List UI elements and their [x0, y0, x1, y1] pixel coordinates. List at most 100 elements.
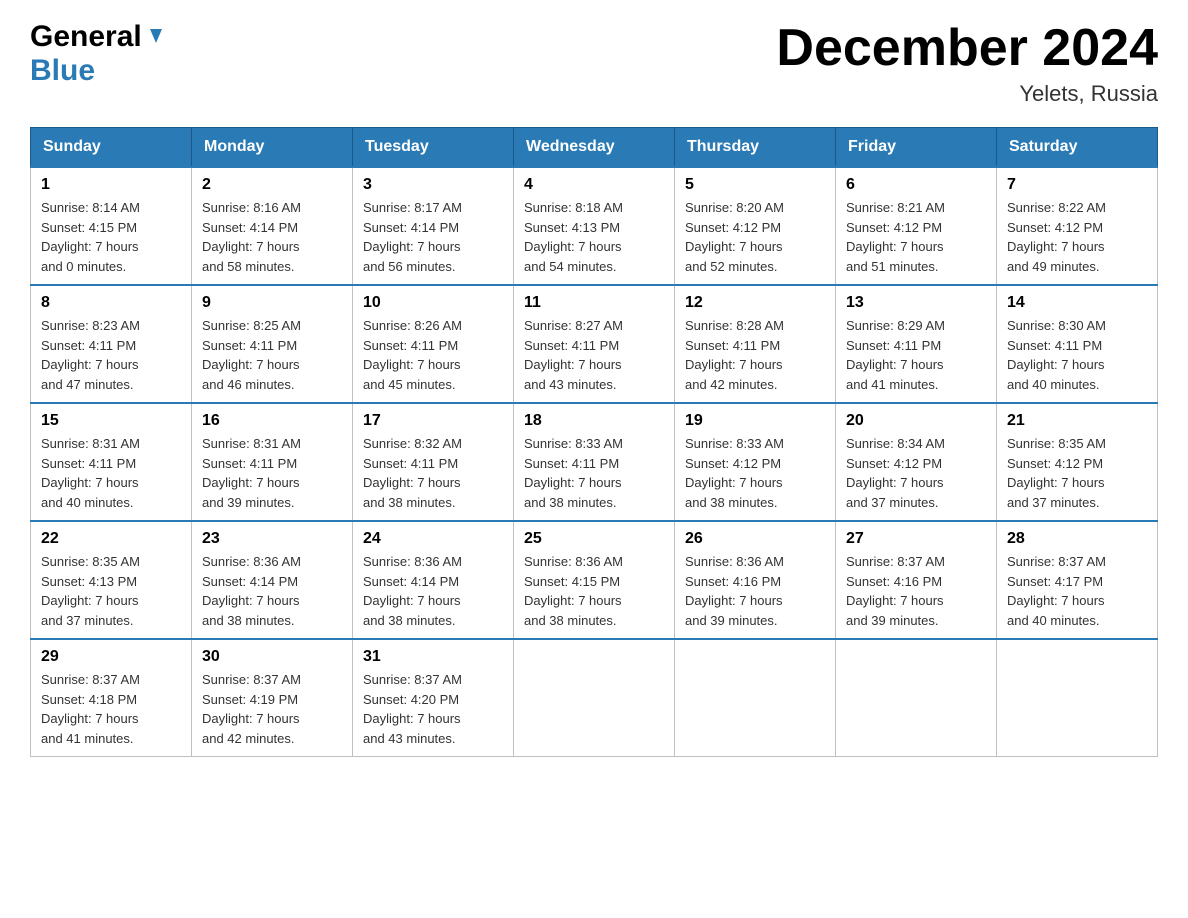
title-block: December 2024 Yelets, Russia [776, 20, 1158, 107]
calendar-cell: 6 Sunrise: 8:21 AMSunset: 4:12 PMDayligh… [836, 167, 997, 285]
calendar-week-row: 15 Sunrise: 8:31 AMSunset: 4:11 PMDaylig… [31, 403, 1158, 521]
day-info: Sunrise: 8:36 AMSunset: 4:16 PMDaylight:… [685, 554, 784, 628]
calendar-cell: 29 Sunrise: 8:37 AMSunset: 4:18 PMDaylig… [31, 639, 192, 757]
logo-blue-text: Blue [30, 54, 95, 87]
day-number: 26 [685, 530, 825, 548]
day-info: Sunrise: 8:33 AMSunset: 4:12 PMDaylight:… [685, 436, 784, 510]
day-info: Sunrise: 8:23 AMSunset: 4:11 PMDaylight:… [41, 318, 140, 392]
day-number: 11 [524, 294, 664, 312]
logo-arrow-icon [148, 25, 170, 52]
calendar-cell [675, 639, 836, 757]
day-info: Sunrise: 8:37 AMSunset: 4:18 PMDaylight:… [41, 672, 140, 746]
day-info: Sunrise: 8:35 AMSunset: 4:12 PMDaylight:… [1007, 436, 1106, 510]
calendar-cell: 11 Sunrise: 8:27 AMSunset: 4:11 PMDaylig… [514, 285, 675, 403]
day-number: 8 [41, 294, 181, 312]
calendar-cell: 21 Sunrise: 8:35 AMSunset: 4:12 PMDaylig… [997, 403, 1158, 521]
calendar-day-header: Friday [836, 128, 997, 168]
day-info: Sunrise: 8:18 AMSunset: 4:13 PMDaylight:… [524, 200, 623, 274]
calendar-cell: 17 Sunrise: 8:32 AMSunset: 4:11 PMDaylig… [353, 403, 514, 521]
day-info: Sunrise: 8:21 AMSunset: 4:12 PMDaylight:… [846, 200, 945, 274]
day-number: 29 [41, 648, 181, 666]
day-info: Sunrise: 8:26 AMSunset: 4:11 PMDaylight:… [363, 318, 462, 392]
calendar-cell: 8 Sunrise: 8:23 AMSunset: 4:11 PMDayligh… [31, 285, 192, 403]
day-number: 12 [685, 294, 825, 312]
calendar-week-row: 8 Sunrise: 8:23 AMSunset: 4:11 PMDayligh… [31, 285, 1158, 403]
calendar-cell: 15 Sunrise: 8:31 AMSunset: 4:11 PMDaylig… [31, 403, 192, 521]
month-year-title: December 2024 [776, 20, 1158, 77]
calendar-cell: 10 Sunrise: 8:26 AMSunset: 4:11 PMDaylig… [353, 285, 514, 403]
day-number: 5 [685, 176, 825, 194]
location-text: Yelets, Russia [776, 81, 1158, 107]
calendar-cell: 26 Sunrise: 8:36 AMSunset: 4:16 PMDaylig… [675, 521, 836, 639]
day-info: Sunrise: 8:35 AMSunset: 4:13 PMDaylight:… [41, 554, 140, 628]
day-info: Sunrise: 8:34 AMSunset: 4:12 PMDaylight:… [846, 436, 945, 510]
calendar-cell [514, 639, 675, 757]
calendar-cell: 27 Sunrise: 8:37 AMSunset: 4:16 PMDaylig… [836, 521, 997, 639]
day-info: Sunrise: 8:36 AMSunset: 4:14 PMDaylight:… [363, 554, 462, 628]
calendar-cell: 18 Sunrise: 8:33 AMSunset: 4:11 PMDaylig… [514, 403, 675, 521]
calendar-cell: 1 Sunrise: 8:14 AMSunset: 4:15 PMDayligh… [31, 167, 192, 285]
day-number: 19 [685, 412, 825, 430]
day-number: 4 [524, 176, 664, 194]
calendar-cell: 2 Sunrise: 8:16 AMSunset: 4:14 PMDayligh… [192, 167, 353, 285]
day-number: 25 [524, 530, 664, 548]
calendar-table: SundayMondayTuesdayWednesdayThursdayFrid… [30, 127, 1158, 757]
calendar-cell: 25 Sunrise: 8:36 AMSunset: 4:15 PMDaylig… [514, 521, 675, 639]
calendar-week-row: 22 Sunrise: 8:35 AMSunset: 4:13 PMDaylig… [31, 521, 1158, 639]
calendar-cell: 23 Sunrise: 8:36 AMSunset: 4:14 PMDaylig… [192, 521, 353, 639]
day-info: Sunrise: 8:17 AMSunset: 4:14 PMDaylight:… [363, 200, 462, 274]
day-number: 28 [1007, 530, 1147, 548]
calendar-day-header: Sunday [31, 128, 192, 168]
calendar-day-header: Thursday [675, 128, 836, 168]
day-info: Sunrise: 8:14 AMSunset: 4:15 PMDaylight:… [41, 200, 140, 274]
day-info: Sunrise: 8:29 AMSunset: 4:11 PMDaylight:… [846, 318, 945, 392]
day-info: Sunrise: 8:37 AMSunset: 4:20 PMDaylight:… [363, 672, 462, 746]
calendar-cell: 5 Sunrise: 8:20 AMSunset: 4:12 PMDayligh… [675, 167, 836, 285]
calendar-day-header: Saturday [997, 128, 1158, 168]
calendar-week-row: 29 Sunrise: 8:37 AMSunset: 4:18 PMDaylig… [31, 639, 1158, 757]
day-info: Sunrise: 8:31 AMSunset: 4:11 PMDaylight:… [41, 436, 140, 510]
calendar-cell [836, 639, 997, 757]
day-number: 2 [202, 176, 342, 194]
calendar-cell: 3 Sunrise: 8:17 AMSunset: 4:14 PMDayligh… [353, 167, 514, 285]
calendar-cell: 16 Sunrise: 8:31 AMSunset: 4:11 PMDaylig… [192, 403, 353, 521]
day-number: 21 [1007, 412, 1147, 430]
calendar-day-header: Wednesday [514, 128, 675, 168]
calendar-cell: 28 Sunrise: 8:37 AMSunset: 4:17 PMDaylig… [997, 521, 1158, 639]
day-number: 14 [1007, 294, 1147, 312]
day-info: Sunrise: 8:20 AMSunset: 4:12 PMDaylight:… [685, 200, 784, 274]
day-info: Sunrise: 8:36 AMSunset: 4:14 PMDaylight:… [202, 554, 301, 628]
calendar-cell: 19 Sunrise: 8:33 AMSunset: 4:12 PMDaylig… [675, 403, 836, 521]
day-info: Sunrise: 8:32 AMSunset: 4:11 PMDaylight:… [363, 436, 462, 510]
calendar-day-header: Monday [192, 128, 353, 168]
calendar-cell: 9 Sunrise: 8:25 AMSunset: 4:11 PMDayligh… [192, 285, 353, 403]
day-number: 16 [202, 412, 342, 430]
calendar-cell: 13 Sunrise: 8:29 AMSunset: 4:11 PMDaylig… [836, 285, 997, 403]
day-info: Sunrise: 8:36 AMSunset: 4:15 PMDaylight:… [524, 554, 623, 628]
day-number: 22 [41, 530, 181, 548]
day-number: 7 [1007, 176, 1147, 194]
calendar-cell: 30 Sunrise: 8:37 AMSunset: 4:19 PMDaylig… [192, 639, 353, 757]
calendar-week-row: 1 Sunrise: 8:14 AMSunset: 4:15 PMDayligh… [31, 167, 1158, 285]
day-info: Sunrise: 8:30 AMSunset: 4:11 PMDaylight:… [1007, 318, 1106, 392]
calendar-cell: 22 Sunrise: 8:35 AMSunset: 4:13 PMDaylig… [31, 521, 192, 639]
day-info: Sunrise: 8:28 AMSunset: 4:11 PMDaylight:… [685, 318, 784, 392]
day-number: 13 [846, 294, 986, 312]
calendar-cell: 7 Sunrise: 8:22 AMSunset: 4:12 PMDayligh… [997, 167, 1158, 285]
day-number: 23 [202, 530, 342, 548]
day-number: 31 [363, 648, 503, 666]
day-info: Sunrise: 8:37 AMSunset: 4:16 PMDaylight:… [846, 554, 945, 628]
logo: General Blue [30, 20, 170, 88]
day-info: Sunrise: 8:37 AMSunset: 4:17 PMDaylight:… [1007, 554, 1106, 628]
calendar-day-header: Tuesday [353, 128, 514, 168]
day-number: 17 [363, 412, 503, 430]
day-number: 10 [363, 294, 503, 312]
day-number: 30 [202, 648, 342, 666]
calendar-cell: 12 Sunrise: 8:28 AMSunset: 4:11 PMDaylig… [675, 285, 836, 403]
day-info: Sunrise: 8:27 AMSunset: 4:11 PMDaylight:… [524, 318, 623, 392]
day-number: 27 [846, 530, 986, 548]
day-info: Sunrise: 8:37 AMSunset: 4:19 PMDaylight:… [202, 672, 301, 746]
day-info: Sunrise: 8:16 AMSunset: 4:14 PMDaylight:… [202, 200, 301, 274]
logo-general-text: General [30, 20, 142, 54]
day-number: 24 [363, 530, 503, 548]
